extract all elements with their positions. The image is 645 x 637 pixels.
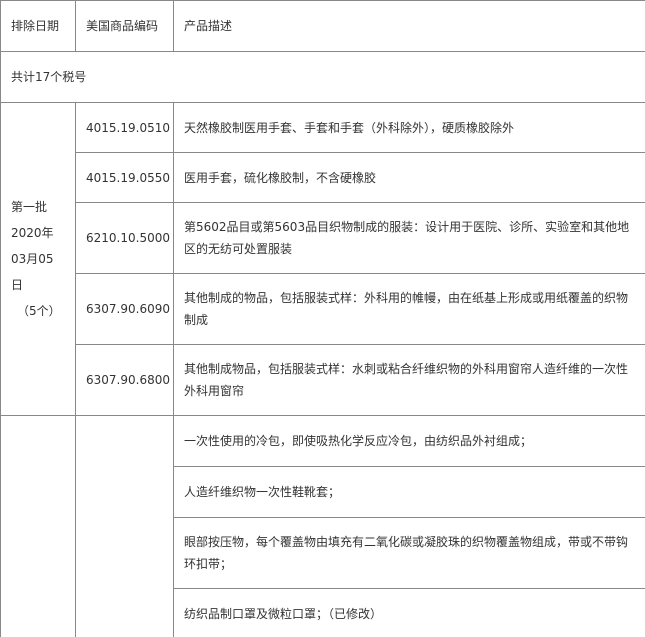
product-description: 纺织品制口罩及微粒口罩；（已修改）	[173, 588, 645, 637]
batch1-date-cell: 第一批 2020年 03月05日 （5个）	[0, 102, 76, 416]
batch1-label: 第一批	[11, 200, 48, 214]
product-description: 眼部按压物，每个覆盖物由填充有二氧化碳或凝胶珠的织物覆盖物组成，带或不带钩环扣带…	[173, 517, 645, 589]
total-tariff-count: 共计17个税号	[0, 51, 645, 103]
table-header-row: 排除日期 美国商品编码 产品描述	[0, 0, 645, 52]
batch1-count: （5个）	[17, 304, 61, 318]
table-row: 一次性使用的冷包，即使吸热化学反应冷包，由纺织品外衬组成；	[0, 415, 645, 637]
header-exclusion-date: 排除日期	[0, 0, 76, 52]
header-product-description: 产品描述	[173, 0, 645, 52]
product-description: 医用手套，硫化橡胶制，不含硬橡胶	[173, 152, 645, 203]
product-description: 第5602品目或第5603品目织物制成的服装：设计用于医院、诊所、实验室和其他地…	[173, 202, 645, 274]
batch1-year: 2020年	[11, 226, 54, 240]
batch1-date: 03月05日	[11, 252, 54, 292]
product-description: 其他制成的物品，包括服装式样：外科用的帷幔，由在纸基上形成或用纸覆盖的织物制成	[173, 273, 645, 345]
table-row: 6307.90.6800 其他制成物品，包括服装式样：水刺或粘合纤维织物的外科用…	[1, 344, 645, 416]
batch2-date-cell	[0, 415, 76, 637]
batch2-code-cell	[75, 415, 174, 637]
product-code: 4015.19.0550	[75, 152, 174, 203]
product-description: 人造纤维织物一次性鞋靴套；	[173, 466, 645, 518]
product-description: 其他制成物品，包括服装式样：水刺或粘合纤维织物的外科用窗帘人造纤维的一次性外科用…	[173, 344, 645, 416]
product-description: 天然橡胶制医用手套、手套和手套（外科除外），硬质橡胶除外	[173, 102, 645, 153]
table-row: 4015.19.0550 医用手套，硫化橡胶制，不含硬橡胶	[1, 152, 645, 203]
product-code: 4015.19.0510	[75, 102, 174, 153]
table-row: 6307.90.6090 其他制成的物品，包括服装式样：外科用的帷幔，由在纸基上…	[1, 273, 645, 345]
product-code: 6210.10.5000	[75, 202, 174, 274]
product-code: 6307.90.6800	[75, 344, 174, 416]
tariff-exclusion-table: 排除日期 美国商品编码 产品描述 共计17个税号 第一批 2020年 03月05…	[0, 0, 645, 637]
product-description: 一次性使用的冷包，即使吸热化学反应冷包，由纺织品外衬组成；	[173, 415, 645, 467]
total-row: 共计17个税号	[0, 51, 645, 103]
table-row: 6210.10.5000 第5602品目或第5603品目织物制成的服装：设计用于…	[1, 202, 645, 274]
header-us-product-code: 美国商品编码	[75, 0, 174, 52]
exclusion-table-wrapper: 排除日期 美国商品编码 产品描述 共计17个税号 第一批 2020年 03月05…	[0, 0, 645, 637]
product-code: 6307.90.6090	[75, 273, 174, 345]
table-row: 第一批 2020年 03月05日 （5个） 4015.19.0510 天然橡胶制…	[0, 102, 645, 416]
